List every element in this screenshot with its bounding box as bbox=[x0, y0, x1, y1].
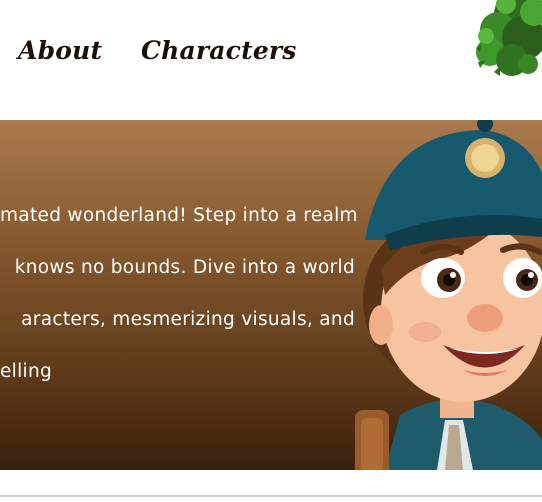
cartoon-boy-illustration bbox=[355, 120, 542, 470]
hero-text-line-2: knows no bounds. Dive into a world bbox=[14, 257, 355, 278]
top-navigation: About Characters bbox=[0, 0, 542, 110]
tree-foliage-icon bbox=[476, 0, 542, 76]
section-divider bbox=[0, 495, 542, 497]
hero-text-line-3: aracters, mesmerizing visuals, and bbox=[21, 309, 355, 330]
hero-text-line-1: mated wonderland! Step into a realm bbox=[0, 205, 358, 226]
nav-link-characters[interactable]: Characters bbox=[141, 36, 297, 65]
nav-link-about[interactable]: About bbox=[18, 36, 102, 65]
hero-text-line-4: elling bbox=[0, 361, 53, 382]
hero-banner: mated wonderland! Step into a realm know… bbox=[0, 120, 542, 470]
